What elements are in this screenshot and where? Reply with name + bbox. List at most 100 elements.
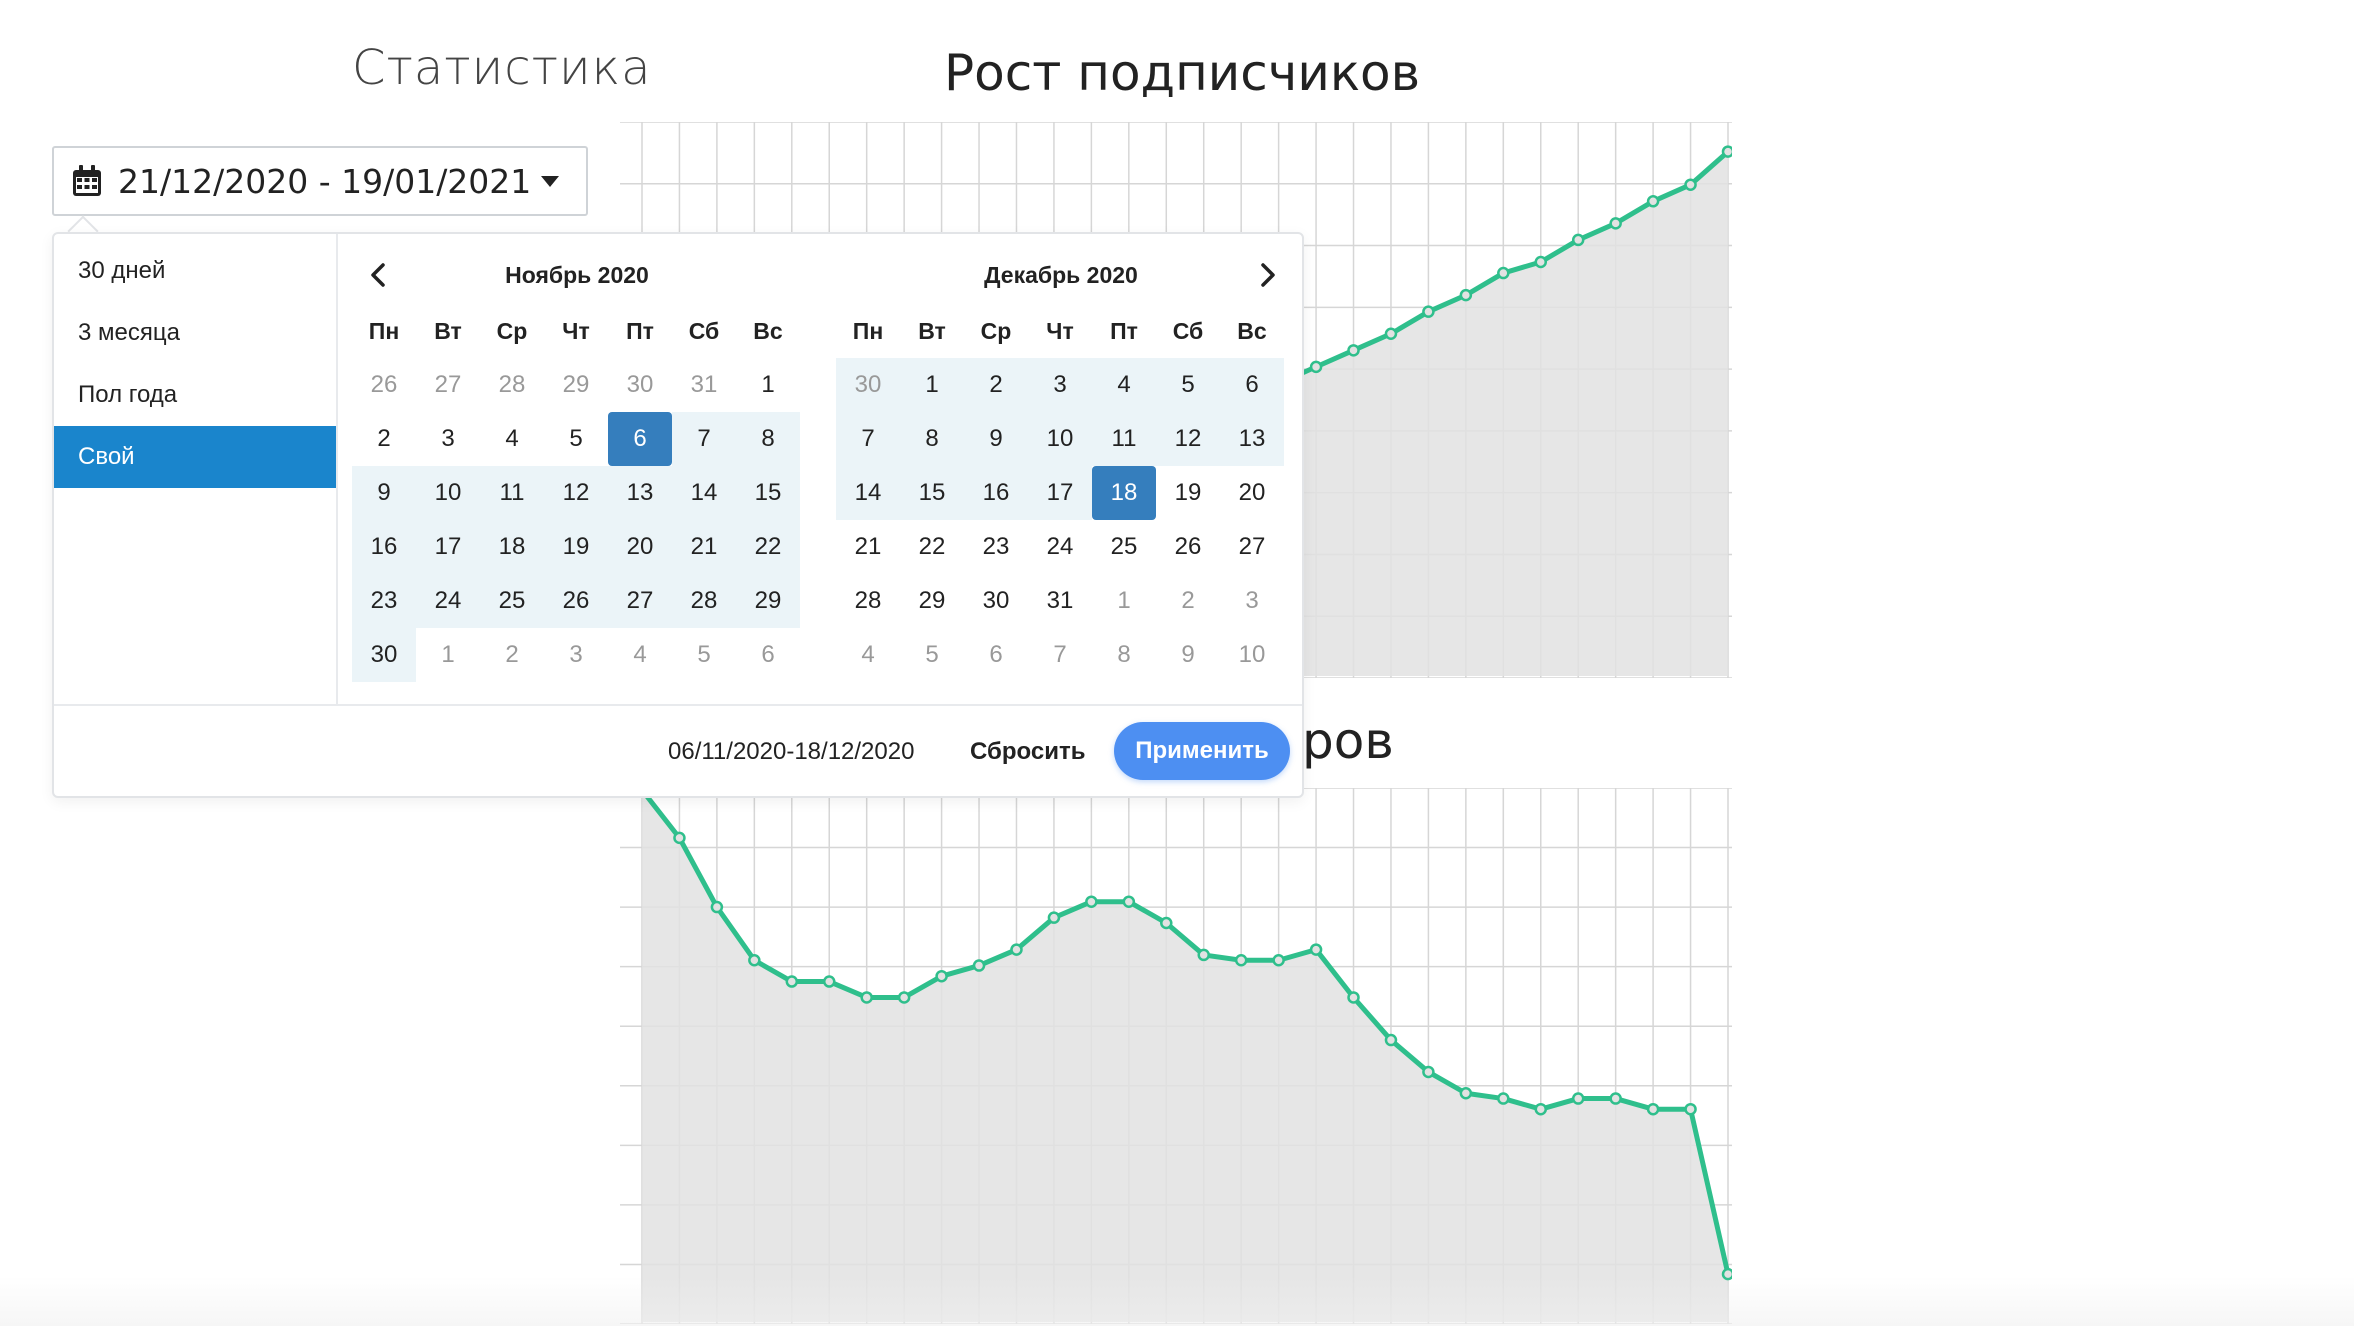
calendar-day[interactable]: 26 — [352, 358, 416, 412]
calendar-day[interactable]: 3 — [544, 628, 608, 682]
calendar-day[interactable]: 9 — [964, 412, 1028, 466]
calendar-day[interactable]: 18 — [480, 520, 544, 574]
calendar-day[interactable]: 4 — [1092, 358, 1156, 412]
date-range-value: 21/12/2020 - 19/01/2021 — [118, 161, 532, 201]
calendar-day[interactable]: 31 — [672, 358, 736, 412]
calendar-day[interactable]: 17 — [416, 520, 480, 574]
calendar-day[interactable]: 4 — [836, 628, 900, 682]
chevron-right-icon[interactable] — [1252, 260, 1282, 290]
calendar-day[interactable]: 6 — [964, 628, 1028, 682]
calendar-day[interactable]: 2 — [352, 412, 416, 466]
calendar-day[interactable]: 4 — [608, 628, 672, 682]
calendar-day[interactable]: 27 — [608, 574, 672, 628]
preset-range-item[interactable]: 3 месяца — [54, 302, 336, 364]
calendar-day[interactable]: 16 — [352, 520, 416, 574]
calendar-day[interactable]: 5 — [544, 412, 608, 466]
calendar-day[interactable]: 13 — [1220, 412, 1284, 466]
calendar-day[interactable]: 25 — [1092, 520, 1156, 574]
data-point — [1422, 305, 1435, 318]
calendar-day[interactable]: 8 — [900, 412, 964, 466]
date-range-button[interactable]: 21/12/2020 - 19/01/2021 — [52, 146, 588, 216]
calendar-day[interactable]: 15 — [900, 466, 964, 520]
apply-button[interactable]: Применить — [1114, 722, 1290, 780]
calendar-day[interactable]: 21 — [672, 520, 736, 574]
calendar-day[interactable]: 4 — [480, 412, 544, 466]
preset-range-item[interactable]: Пол года — [54, 364, 336, 426]
calendar-day[interactable]: 2 — [1156, 574, 1220, 628]
calendar-day[interactable]: 12 — [544, 466, 608, 520]
calendar-day[interactable]: 22 — [736, 520, 800, 574]
calendar-day[interactable]: 5 — [900, 628, 964, 682]
preset-range-item[interactable]: Свой — [54, 426, 336, 488]
calendar-day[interactable]: 7 — [1028, 628, 1092, 682]
calendar-day[interactable]: 14 — [836, 466, 900, 520]
calendar-day[interactable]: 31 — [1028, 574, 1092, 628]
calendar-day[interactable]: 2 — [480, 628, 544, 682]
calendar-day[interactable]: 20 — [608, 520, 672, 574]
calendar-day-selected[interactable]: 6 — [608, 412, 672, 466]
calendar-day[interactable]: 5 — [672, 628, 736, 682]
calendar-day[interactable]: 6 — [1220, 358, 1284, 412]
weekday-label: Вс — [1237, 317, 1267, 344]
calendar-day[interactable]: 8 — [736, 412, 800, 466]
calendar-day[interactable]: 1 — [416, 628, 480, 682]
weekday-label: Вс — [753, 317, 783, 344]
calendar-day[interactable]: 13 — [608, 466, 672, 520]
calendar-day[interactable]: 29 — [544, 358, 608, 412]
calendar-day[interactable]: 30 — [964, 574, 1028, 628]
calendar-day[interactable]: 1 — [1092, 574, 1156, 628]
calendar-day[interactable]: 27 — [1220, 520, 1284, 574]
calendar-day[interactable]: 24 — [1028, 520, 1092, 574]
calendar-day[interactable]: 29 — [900, 574, 964, 628]
calendar-day[interactable]: 16 — [964, 466, 1028, 520]
reset-button[interactable]: Сбросить — [962, 732, 1093, 772]
data-point — [1010, 943, 1023, 956]
calendar-day[interactable]: 22 — [900, 520, 964, 574]
calendar-day[interactable]: 10 — [416, 466, 480, 520]
calendar-day[interactable]: 23 — [352, 574, 416, 628]
calendar-day[interactable]: 1 — [900, 358, 964, 412]
calendar-day[interactable]: 30 — [352, 628, 416, 682]
calendar-day[interactable]: 30 — [608, 358, 672, 412]
calendar-day[interactable]: 11 — [1092, 412, 1156, 466]
calendar-day[interactable]: 11 — [480, 466, 544, 520]
calendar-day[interactable]: 30 — [836, 358, 900, 412]
calendar-day[interactable]: 15 — [736, 466, 800, 520]
calendar-day[interactable]: 25 — [480, 574, 544, 628]
calendar-day[interactable]: 10 — [1028, 412, 1092, 466]
calendar-day[interactable]: 26 — [1156, 520, 1220, 574]
calendar-day[interactable]: 8 — [1092, 628, 1156, 682]
calendar-day[interactable]: 7 — [836, 412, 900, 466]
calendar-day[interactable]: 14 — [672, 466, 736, 520]
calendar-day[interactable]: 29 — [736, 574, 800, 628]
calendar-day[interactable]: 12 — [1156, 412, 1220, 466]
calendar-day[interactable]: 20 — [1220, 466, 1284, 520]
calendar-day[interactable]: 5 — [1156, 358, 1220, 412]
calendar-day[interactable]: 23 — [964, 520, 1028, 574]
calendar-day[interactable]: 19 — [1156, 466, 1220, 520]
calendar-day[interactable]: 19 — [544, 520, 608, 574]
calendar-day[interactable]: 3 — [416, 412, 480, 466]
calendar-day[interactable]: 21 — [836, 520, 900, 574]
calendar-day[interactable]: 10 — [1220, 628, 1284, 682]
calendar-day-selected[interactable]: 18 — [1092, 466, 1156, 520]
calendar-day[interactable]: 28 — [480, 358, 544, 412]
chevron-left-icon[interactable] — [364, 260, 394, 290]
calendar-day[interactable]: 1 — [736, 358, 800, 412]
calendar-day[interactable]: 24 — [416, 574, 480, 628]
calendar-day[interactable]: 27 — [416, 358, 480, 412]
calendar-day[interactable]: 7 — [672, 412, 736, 466]
calendar-day[interactable]: 17 — [1028, 466, 1092, 520]
calendar-day[interactable]: 9 — [352, 466, 416, 520]
calendar-day[interactable]: 2 — [964, 358, 1028, 412]
calendar-day[interactable]: 28 — [836, 574, 900, 628]
calendar-day[interactable]: 26 — [544, 574, 608, 628]
calendar-icon — [72, 165, 102, 197]
preset-range-item[interactable]: 30 дней — [54, 240, 336, 302]
calendar-day[interactable]: 9 — [1156, 628, 1220, 682]
calendar-day[interactable]: 28 — [672, 574, 736, 628]
data-point — [1534, 255, 1548, 269]
calendar-day[interactable]: 6 — [736, 628, 800, 682]
calendar-day[interactable]: 3 — [1220, 574, 1284, 628]
calendar-day[interactable]: 3 — [1028, 358, 1092, 412]
